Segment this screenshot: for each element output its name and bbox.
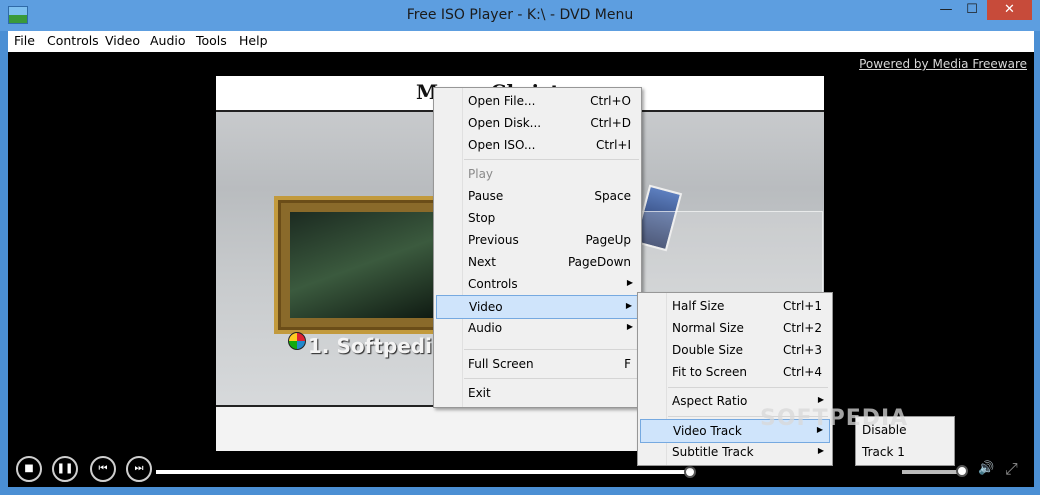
chevron-right-icon: ▶: [817, 395, 824, 404]
chevron-right-icon: ▶: [817, 446, 824, 455]
chevron-right-icon: ▶: [626, 278, 633, 287]
menu-help[interactable]: Help: [239, 33, 268, 48]
seek-handle[interactable]: [684, 466, 696, 478]
menu-double-size[interactable]: Double Size Ctrl+3: [640, 339, 830, 361]
menu-open-file[interactable]: Open File... Ctrl+O: [436, 90, 639, 112]
speaker-icon[interactable]: 🔊: [978, 461, 994, 476]
menu-tools[interactable]: Tools: [196, 33, 227, 48]
menu-pause[interactable]: Pause Space: [436, 185, 639, 207]
menu-video[interactable]: Video: [105, 33, 140, 48]
video-submenu: Half Size Ctrl+1 Normal Size Ctrl+2 Doub…: [637, 292, 833, 466]
seek-bar[interactable]: [156, 470, 686, 474]
pause-icon[interactable]: ❚❚: [52, 456, 78, 482]
menu-exit[interactable]: Exit: [436, 382, 639, 404]
menu-half-size[interactable]: Half Size Ctrl+1: [640, 295, 830, 317]
previous-icon[interactable]: ⏮: [90, 456, 116, 482]
menu-open-iso[interactable]: Open ISO... Ctrl+I: [436, 134, 639, 156]
menu-file[interactable]: File: [14, 33, 35, 48]
close-button[interactable]: ✕: [987, 0, 1032, 20]
menu-fit-to-screen[interactable]: Fit to Screen Ctrl+4: [640, 361, 830, 383]
chevron-right-icon: ▶: [625, 301, 632, 310]
menu-controls-submenu[interactable]: Controls ▶: [436, 273, 639, 295]
menu-play[interactable]: Play: [436, 163, 639, 185]
menu-audio-submenu[interactable]: Audio ▶: [436, 317, 639, 339]
stop-icon[interactable]: ■: [16, 456, 42, 482]
dvd-picture-frame[interactable]: [274, 196, 452, 334]
title-bar: Free ISO Player - K:\ - DVD Menu — ☐ ✕: [0, 0, 1040, 31]
minimize-button[interactable]: —: [934, 0, 958, 20]
menu-track-1[interactable]: Track 1: [857, 441, 953, 463]
menu-separator: [668, 387, 828, 388]
window-title: Free ISO Player - K:\ - DVD Menu: [406, 7, 634, 23]
menu-previous[interactable]: Previous PageUp: [436, 229, 639, 251]
dvd-menu-item[interactable]: 1. Softpedi: [308, 334, 432, 358]
maximize-button[interactable]: ☐: [960, 0, 984, 20]
next-icon[interactable]: ⏭: [126, 456, 152, 482]
watermark: SOFTPEDIA: [760, 406, 909, 431]
volume-handle[interactable]: [956, 465, 968, 477]
menu-bar: File Controls Video Audio Tools Help: [8, 31, 1034, 52]
player-window: Free ISO Player - K:\ - DVD Menu — ☐ ✕ F…: [0, 0, 1040, 495]
menu-open-disk[interactable]: Open Disk... Ctrl+D: [436, 112, 639, 134]
fullscreen-icon[interactable]: ⤢: [1005, 459, 1018, 479]
menu-audio[interactable]: Audio: [150, 33, 186, 48]
context-menu: Open File... Ctrl+O Open Disk... Ctrl+D …: [433, 87, 642, 408]
chevron-right-icon: ▶: [626, 322, 633, 331]
powered-by-link[interactable]: Powered by Media Freeware: [859, 57, 1027, 71]
volume-slider[interactable]: [902, 470, 959, 474]
menu-video-submenu[interactable]: Video ▶: [436, 295, 639, 319]
menu-stop[interactable]: Stop: [436, 207, 639, 229]
menu-separator: [464, 159, 639, 160]
menu-controls[interactable]: Controls: [47, 33, 99, 48]
menu-full-screen[interactable]: Full Screen F: [436, 353, 639, 375]
menu-subtitle-track[interactable]: Subtitle Track ▶: [640, 441, 830, 463]
menu-next[interactable]: Next PageDown: [436, 251, 639, 273]
menu-separator: [464, 349, 639, 350]
menu-normal-size[interactable]: Normal Size Ctrl+2: [640, 317, 830, 339]
dvd-item-icon: [288, 332, 306, 350]
menu-separator: [464, 378, 639, 379]
